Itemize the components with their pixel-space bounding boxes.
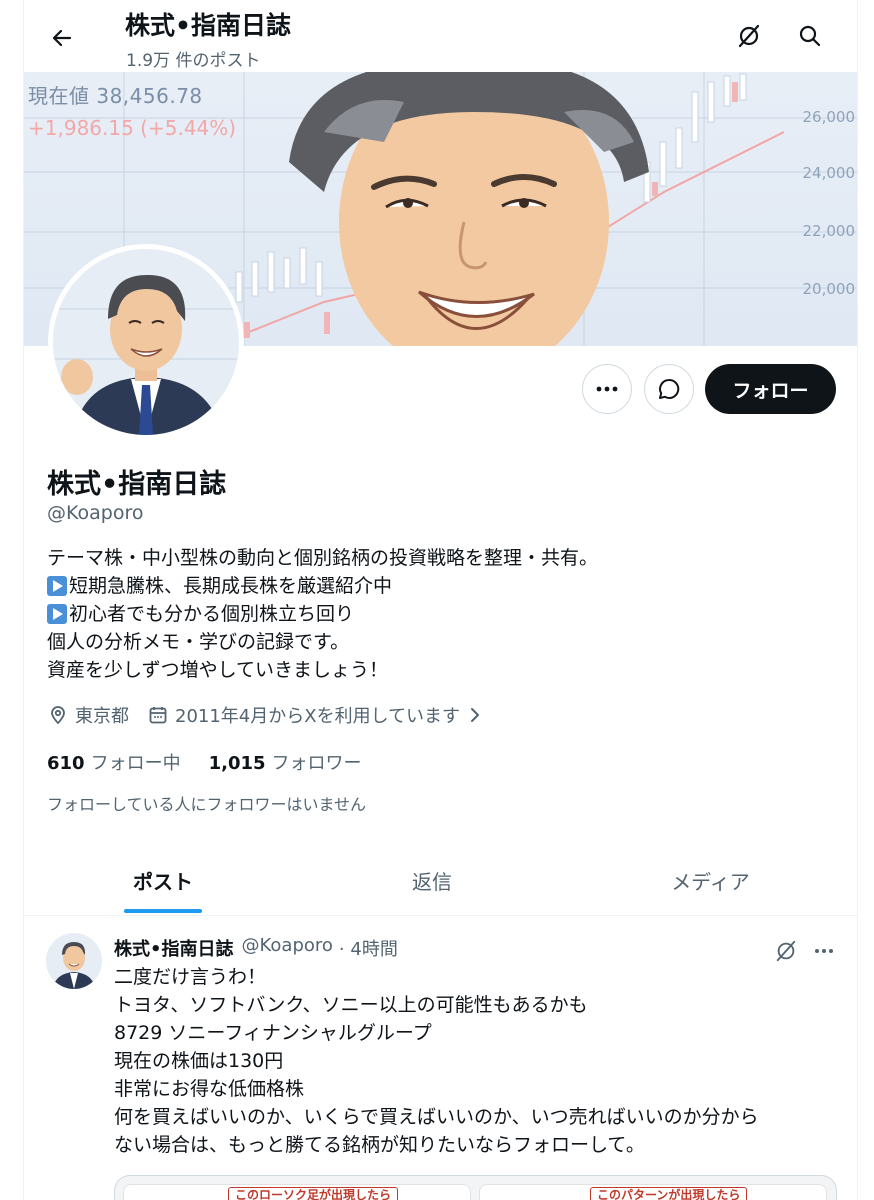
back-arrow-icon (52, 29, 72, 47)
tab-posts[interactable]: ポスト (24, 846, 302, 915)
message-button[interactable] (644, 364, 694, 414)
tab-replies[interactable]: 返信 (302, 846, 562, 915)
post-line: 現在の株価は130円 (114, 1050, 284, 1072)
post-item[interactable]: 株式•指南日誌 @Koaporo · 4時間 二度だけ言うわ！ トヨタ、ソフトバ… (24, 917, 857, 1200)
follow-counts: 610 フォロー中 1,015 フォロワー (47, 749, 362, 775)
following-count: 610 (47, 753, 85, 774)
calendar-icon (147, 704, 169, 726)
following-link[interactable]: 610 フォロー中 (47, 749, 181, 775)
header-post-count: 1.9万 件のポスト (126, 51, 261, 71)
chat-bubble-icon (659, 378, 680, 399)
banner-axis-tick: 22,000 (802, 222, 856, 240)
profile-avatar[interactable] (48, 244, 244, 440)
banner-axis-tick: 26,000 (802, 108, 856, 126)
post-line: 二度だけ言うわ！ (114, 966, 267, 988)
play-button-emoji-icon (47, 604, 67, 624)
banner-axis-tick: 24,000 (802, 164, 856, 182)
bio-line: テーマ株・中小型株の動向と個別銘柄の投資戦略を整理・共有。 (47, 547, 599, 569)
bio-line: 個人の分析メモ・学びの記録です。 (47, 631, 350, 653)
followers-label: フォロワー (271, 753, 362, 774)
banner-change-text: +1,986.15 (+5.44%) (28, 116, 237, 140)
profile-page: 株式•指南日誌 1.9万 件のポスト 現在値 38,456.78 +1,986.… (23, 0, 858, 1200)
search-icon (799, 25, 821, 47)
post-media[interactable]: このローソク足が出現したら このパターンが出現したら (114, 1175, 837, 1200)
media-image[interactable]: このパターンが出現したら (479, 1184, 827, 1200)
bio-line-text: 初心者でも分かる個別株立ち回り (69, 603, 355, 625)
grok-icon (738, 24, 760, 48)
follow-button[interactable]: フォロー (705, 364, 836, 414)
media-image-caption: このパターンが出現したら (590, 1187, 748, 1200)
banner-axis-tick: 20,000 (802, 280, 856, 298)
grok-button[interactable] (729, 16, 769, 56)
bio-line-text: 短期急騰株、長期成長株を厳選紹介中 (69, 575, 393, 597)
post-line: ない場合は、もっと勝てる銘柄が知りたいならフォローして。 (114, 1134, 645, 1156)
post-line: トヨタ、ソフトバンク、ソニー以上の可能性もあるかも (114, 994, 588, 1016)
more-horizontal-icon (596, 386, 618, 392)
top-bar: 株式•指南日誌 1.9万 件のポスト (24, 0, 857, 72)
location-pin-icon (47, 704, 69, 726)
tab-media[interactable]: メディア (562, 846, 857, 915)
profile-bio: テーマ株・中小型株の動向と個別銘柄の投資戦略を整理・共有。 短期急騰株、長期成長… (47, 544, 837, 684)
more-horizontal-icon (815, 949, 833, 953)
media-image[interactable]: このローソク足が出現したら (123, 1184, 471, 1200)
profile-location: 東京都 (75, 706, 129, 727)
post-header: 株式•指南日誌 @Koaporo · 4時間 (114, 935, 398, 961)
media-image-caption: このローソク足が出現したら (228, 1187, 399, 1200)
avatar-illustration (53, 249, 239, 435)
search-button[interactable] (790, 16, 830, 56)
post-author-handle[interactable]: @Koaporo (242, 935, 333, 961)
play-button-emoji-icon (47, 576, 67, 596)
followed-by-note: フォローしている人にフォロワーはいません (47, 795, 367, 814)
avatar-illustration (46, 933, 102, 989)
followers-count: 1,015 (208, 753, 266, 774)
bio-line: 初心者でも分かる個別株立ち回り (47, 600, 837, 628)
grok-icon (776, 940, 796, 962)
chevron-right-icon[interactable] (464, 704, 486, 726)
bio-line: 短期急騰株、長期成長株を厳選紹介中 (47, 572, 837, 600)
followers-link[interactable]: 1,015 フォロワー (209, 749, 362, 775)
back-button[interactable] (42, 18, 82, 58)
profile-joined-date: 2011年4月からXを利用しています (175, 706, 461, 727)
post-author-name[interactable]: 株式•指南日誌 (114, 935, 234, 961)
header-title: 株式•指南日誌 (125, 11, 291, 40)
profile-meta: 東京都 2011年4月からXを利用しています (47, 702, 492, 728)
profile-handle: @Koaporo (47, 502, 144, 524)
post-line: 何を買えばいいのか、いくらで買えばいいのか、いつ売ればいいのか分から (114, 1106, 759, 1128)
bio-line: 資産を少しずつ増やしていきましょう！ (47, 659, 389, 681)
post-author-avatar[interactable] (46, 933, 102, 989)
post-line: 非常にお得な低価格株 (114, 1078, 305, 1100)
post-timestamp[interactable]: · 4時間 (339, 935, 398, 961)
post-text: 二度だけ言うわ！ トヨタ、ソフトバンク、ソニー以上の可能性もあるかも 8729 … (114, 963, 834, 1159)
profile-name: 株式•指南日誌 (47, 469, 227, 500)
banner-price-text: 現在値 38,456.78 (28, 84, 203, 108)
more-options-button[interactable] (582, 364, 632, 414)
following-label: フォロー中 (90, 753, 181, 774)
profile-tabs: ポスト 返信 メディア (24, 846, 857, 916)
post-line: 8729 ソニーフィナンシャルグループ (114, 1022, 432, 1044)
